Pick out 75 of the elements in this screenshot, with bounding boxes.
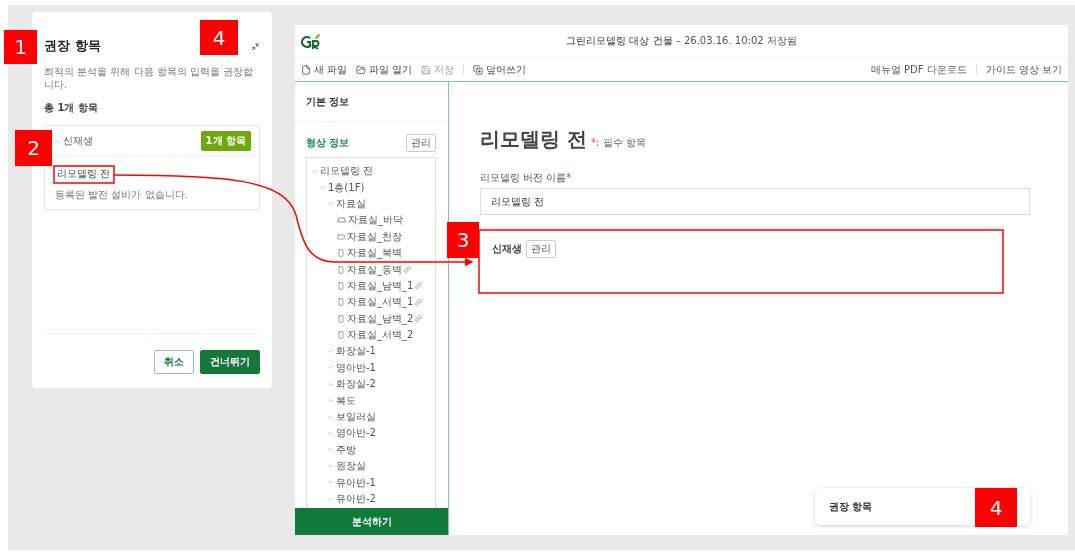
tree-item[interactable]: 1층(1F) bbox=[328, 180, 365, 195]
callout-number: 4 bbox=[200, 20, 238, 55]
callout-number: 3 bbox=[447, 222, 479, 258]
field-label: 리모델링 버전 이름* bbox=[480, 171, 573, 185]
tree-item[interactable]: 자료실_서벽_2 bbox=[347, 328, 414, 343]
copy-icon bbox=[473, 64, 484, 75]
minimize-icon[interactable] bbox=[251, 41, 260, 51]
folder-icon bbox=[356, 64, 367, 75]
tree-item[interactable]: 유아반-1 bbox=[336, 475, 376, 490]
chevron-down-icon[interactable] bbox=[327, 462, 334, 470]
callout-number: 4 bbox=[975, 488, 1017, 527]
chevron-down-icon[interactable] bbox=[327, 446, 334, 454]
chevron-up-icon bbox=[53, 137, 60, 145]
tree-item[interactable]: 자료실_바닥 bbox=[348, 213, 403, 228]
toolbar-button[interactable]: 새 파일 bbox=[301, 62, 348, 77]
tree-item[interactable]: 화장실-1 bbox=[336, 344, 376, 359]
toolbar-button[interactable]: 덮어쓰기 bbox=[473, 62, 527, 77]
chevron-down-icon[interactable] bbox=[327, 348, 334, 355]
sidebar-section[interactable]: 기본 정보 bbox=[295, 82, 448, 122]
chevron-down-icon[interactable] bbox=[327, 397, 334, 405]
tree-item[interactable]: 자료실_남벽_1 bbox=[347, 278, 414, 293]
panel-title: 권장 항목 bbox=[829, 499, 873, 514]
tree-item[interactable]: 주방 bbox=[336, 442, 356, 457]
tree-item[interactable]: 자료실_천장 bbox=[347, 229, 402, 244]
panel-description: 최적의 분석을 위해 다음 항목의 입력을 권장합니다. bbox=[44, 65, 255, 91]
analyze-button[interactable]: 분석하기 bbox=[295, 508, 448, 535]
header-link[interactable]: 가이드 영상 보기 bbox=[985, 62, 1062, 77]
header-link[interactable]: 매뉴얼 PDF 다운로드 bbox=[870, 62, 967, 77]
tree-item[interactable]: 자료실_남벽_2 bbox=[347, 311, 414, 326]
file-icon bbox=[301, 64, 311, 75]
manage-button[interactable]: 관리 bbox=[526, 240, 556, 258]
ceiling-icon bbox=[337, 232, 345, 241]
panel-title: 권장 항목 bbox=[44, 37, 101, 55]
highlight-frame bbox=[53, 165, 115, 184]
recommend-item[interactable]: 리모델링 전 bbox=[55, 165, 113, 183]
section-title: 신재생 bbox=[492, 242, 522, 256]
tree-item[interactable]: 자료실_동벽 bbox=[347, 262, 402, 277]
group-toggle[interactable]: 신재생 bbox=[53, 134, 93, 148]
chevron-up-icon[interactable] bbox=[319, 184, 326, 192]
chevron-up-icon[interactable] bbox=[327, 200, 334, 208]
manage-button[interactable]: 관리 bbox=[406, 134, 436, 152]
chevron-down-icon[interactable] bbox=[327, 429, 334, 437]
tree-item[interactable]: 리모델링 전 bbox=[320, 164, 374, 179]
skip-button[interactable]: 건너뛰기 bbox=[200, 350, 260, 374]
callout-number: 1 bbox=[4, 30, 37, 64]
sidebar-section[interactable]: 형상 정보 bbox=[306, 136, 350, 150]
tree-item[interactable]: 영아반-2 bbox=[336, 426, 376, 441]
tree-item[interactable]: 자료실_북벽 bbox=[347, 246, 402, 261]
tree-item[interactable]: 자료실_서벽_1 bbox=[347, 295, 414, 310]
tree-item[interactable]: 영아반-1 bbox=[336, 360, 376, 375]
required-note: *: 필수 항목 bbox=[590, 136, 646, 150]
callout-number: 2 bbox=[15, 130, 52, 166]
toolbar-button[interactable]: 파일 열기 bbox=[356, 62, 413, 77]
chevron-up-icon[interactable] bbox=[311, 167, 318, 175]
floor-icon bbox=[337, 217, 346, 224]
logo-icon bbox=[301, 32, 321, 50]
count-badge: 1개 항목 bbox=[200, 131, 251, 151]
item-note: 등록된 발전 설비가 없습니다. bbox=[55, 188, 189, 201]
tree-item[interactable]: 복도 bbox=[336, 393, 356, 408]
chevron-down-icon[interactable] bbox=[327, 495, 334, 503]
chevron-down-icon[interactable] bbox=[327, 479, 334, 487]
cancel-button[interactable]: 취소 bbox=[154, 350, 194, 374]
tree-item[interactable]: 화장실-2 bbox=[336, 377, 376, 392]
input-field[interactable]: 리모델링 전 bbox=[480, 188, 1030, 215]
chevron-down-icon[interactable] bbox=[327, 413, 334, 421]
tree-item[interactable]: 유아반-2 bbox=[336, 492, 376, 506]
window-title: 그린리모델링 대상 건물 – 26.03.16. 10:02 저장됨 bbox=[566, 34, 797, 48]
chevron-down-icon[interactable] bbox=[327, 380, 334, 388]
tree-item[interactable]: 원장실 bbox=[336, 459, 366, 474]
save-icon bbox=[421, 64, 432, 75]
item-count: 총 1개 항목 bbox=[44, 101, 99, 115]
tree-item[interactable]: 보일러실 bbox=[336, 410, 376, 425]
page-heading: 리모델링 전 bbox=[480, 126, 587, 153]
chevron-down-icon[interactable] bbox=[327, 364, 334, 372]
tree-item[interactable]: 자료실 bbox=[336, 196, 366, 211]
